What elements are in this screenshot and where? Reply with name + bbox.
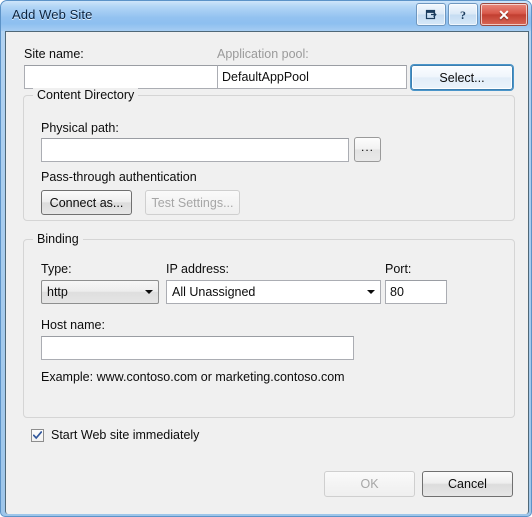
application-pool-label: Application pool: xyxy=(217,47,309,61)
title-bar[interactable]: Add Web Site ? ✕ xyxy=(1,1,531,31)
window-title: Add Web Site xyxy=(12,7,93,22)
ip-address-label: IP address: xyxy=(166,262,230,276)
start-site-immediately-checkbox[interactable]: Start Web site immediately xyxy=(31,428,199,442)
binding-group-title: Binding xyxy=(33,232,83,246)
host-name-input[interactable] xyxy=(41,336,354,360)
site-name-label: Site name: xyxy=(24,47,84,61)
add-web-site-dialog: Add Web Site ? ✕ Site name: Application … xyxy=(0,0,532,517)
physical-path-input[interactable] xyxy=(41,138,349,162)
connect-as-button[interactable]: Connect as... xyxy=(41,190,132,215)
physical-path-label: Physical path: xyxy=(41,121,119,135)
restore-icon xyxy=(425,9,438,21)
start-site-immediately-label: Start Web site immediately xyxy=(51,428,200,442)
checkmark-icon xyxy=(33,430,42,439)
host-name-label: Host name: xyxy=(41,318,105,332)
content-directory-group-title: Content Directory xyxy=(33,88,139,102)
ellipsis-icon: ... xyxy=(360,139,374,154)
checkbox-box xyxy=(31,428,44,442)
ok-button: OK xyxy=(324,471,415,497)
dialog-client-area: Site name: Application pool: DefaultAppP… xyxy=(5,31,529,514)
restore-window-button[interactable] xyxy=(416,3,446,26)
close-button[interactable]: ✕ xyxy=(480,3,528,26)
host-name-example-text: Example: www.contoso.com or marketing.co… xyxy=(41,370,345,384)
select-app-pool-button[interactable]: Select... xyxy=(411,65,513,90)
cancel-button[interactable]: Cancel xyxy=(422,471,513,497)
browse-physical-path-button[interactable]: ... xyxy=(354,137,381,162)
pass-through-authentication-text: Pass-through authentication xyxy=(41,170,197,184)
port-input[interactable] xyxy=(385,280,447,304)
application-pool-value: DefaultAppPool xyxy=(217,65,407,89)
ip-address-value: All Unassigned xyxy=(172,285,256,299)
binding-type-label: Type: xyxy=(41,262,72,276)
ip-address-combobox[interactable]: All Unassigned xyxy=(166,280,381,304)
help-icon: ? xyxy=(460,7,466,22)
binding-type-combobox[interactable]: http xyxy=(41,280,159,304)
close-icon: ✕ xyxy=(498,6,510,23)
test-settings-button: Test Settings... xyxy=(145,190,240,215)
chevron-down-icon xyxy=(362,281,380,303)
caption-button-group: ? ✕ xyxy=(416,3,528,26)
chevron-down-icon xyxy=(140,281,158,303)
binding-type-value: http xyxy=(47,285,68,299)
port-label: Port: xyxy=(385,262,412,276)
help-button[interactable]: ? xyxy=(448,3,478,26)
site-name-input[interactable] xyxy=(24,65,219,89)
